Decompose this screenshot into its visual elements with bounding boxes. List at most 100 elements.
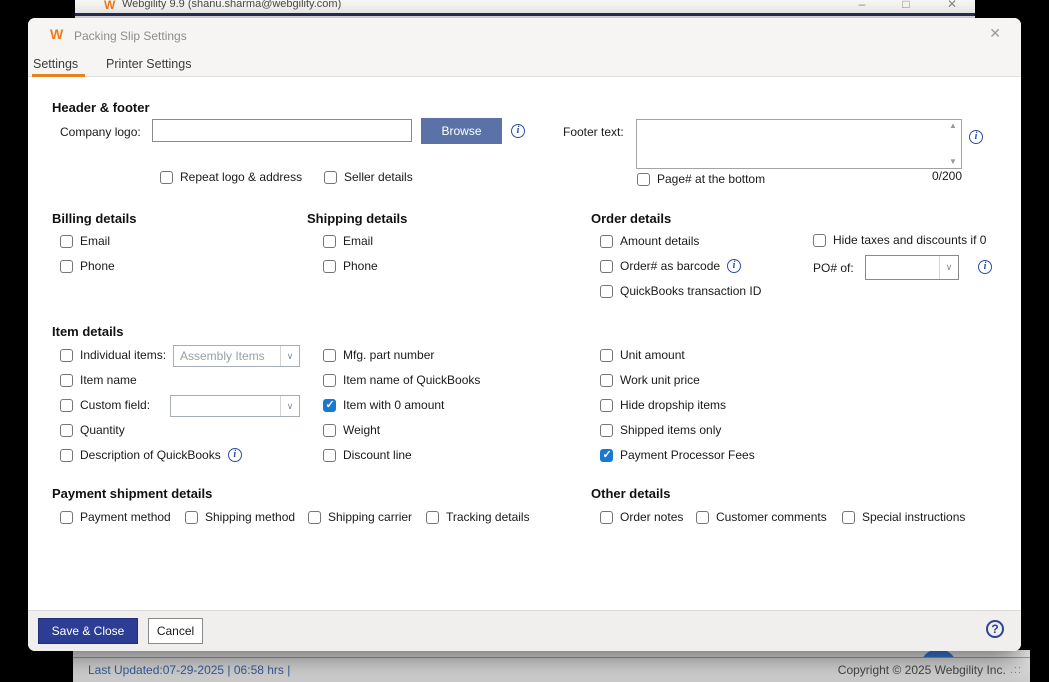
resize-grip-icon[interactable]: .:: <box>1010 664 1022 676</box>
chevron-down-icon[interactable] <box>939 256 958 279</box>
help-icon[interactable]: ? <box>986 620 1004 638</box>
checkbox-box <box>60 349 73 362</box>
checkbox-tracking-details[interactable]: Tracking details <box>426 510 530 524</box>
checkbox-quantity[interactable]: Quantity <box>60 423 125 437</box>
dialog-footer: Save & Close Cancel ? <box>28 610 1021 651</box>
checkbox-box <box>600 260 613 273</box>
chevron-down-icon[interactable] <box>280 396 299 416</box>
checkbox-shipping-carrier[interactable]: Shipping carrier <box>308 510 412 524</box>
maximize-icon[interactable]: □ <box>899 0 913 11</box>
custom-field-dropdown[interactable] <box>170 395 300 417</box>
checkbox-mfg-part-number[interactable]: Mfg. part number <box>323 348 434 362</box>
checkbox-seller-details[interactable]: Seller details <box>324 170 413 184</box>
checkbox-label: Hide taxes and discounts if 0 <box>833 233 986 247</box>
company-logo-input[interactable] <box>152 119 412 142</box>
checkbox-special-instructions[interactable]: Special instructions <box>842 510 965 524</box>
checkbox-item-name-quickbooks[interactable]: Item name of QuickBooks <box>323 373 480 387</box>
section-shipping: Shipping details <box>307 211 407 226</box>
checkbox-weight[interactable]: Weight <box>323 423 380 437</box>
description-info-icon[interactable] <box>228 448 242 462</box>
checkbox-payment-method[interactable]: Payment method <box>60 510 171 524</box>
checkbox-unit-amount[interactable]: Unit amount <box>600 348 685 362</box>
checkbox-customer-comments[interactable]: Customer comments <box>696 510 827 524</box>
checkbox-shipping-email[interactable]: Email <box>323 234 373 248</box>
checkbox-box <box>323 349 336 362</box>
checkbox-order-notes[interactable]: Order notes <box>600 510 683 524</box>
textarea-scrollbar[interactable]: ▲ ▼ <box>945 120 961 168</box>
checkbox-hide-taxes-discounts[interactable]: Hide taxes and discounts if 0 <box>813 233 986 247</box>
checkbox-label: Hide dropship items <box>620 398 726 412</box>
checkbox-shipping-phone[interactable]: Phone <box>323 259 378 273</box>
checkbox-description-quickbooks[interactable]: Description of QuickBooks <box>60 448 242 462</box>
checkbox-box <box>60 235 73 248</box>
checkbox-box <box>426 511 439 524</box>
checkbox-order-barcode[interactable]: Order# as barcode <box>600 259 741 273</box>
po-label: PO# of: <box>813 261 854 275</box>
minimize-icon[interactable]: – <box>855 0 869 11</box>
close-icon[interactable]: ✕ <box>945 0 959 11</box>
checkbox-custom-field[interactable]: Custom field: <box>60 398 150 412</box>
chevron-down-icon[interactable] <box>280 346 299 366</box>
cancel-button[interactable]: Cancel <box>148 618 203 644</box>
individual-items-value: Assembly Items <box>174 347 280 365</box>
checkbox-label: Payment Processor Fees <box>620 448 755 462</box>
checkbox-label: Work unit price <box>620 373 700 387</box>
scroll-up-icon[interactable]: ▲ <box>949 122 957 130</box>
checkbox-discount-line[interactable]: Discount line <box>323 448 412 462</box>
checkbox-box <box>60 399 73 412</box>
checkbox-individual-items[interactable]: Individual items: <box>60 348 166 362</box>
checkbox-billing-email[interactable]: Email <box>60 234 110 248</box>
checkbox-repeat-logo-address[interactable]: Repeat logo & address <box>160 170 302 184</box>
checkbox-item-name[interactable]: Item name <box>60 373 137 387</box>
checkbox-label: Unit amount <box>620 348 685 362</box>
section-billing: Billing details <box>52 211 137 226</box>
checkbox-box <box>185 511 198 524</box>
checkbox-item-with-0-amount[interactable]: Item with 0 amount <box>323 398 444 412</box>
section-item: Item details <box>52 324 124 339</box>
checkbox-hide-dropship-items[interactable]: Hide dropship items <box>600 398 726 412</box>
checkbox-label: Payment method <box>80 510 171 524</box>
company-logo-info-icon[interactable] <box>511 124 525 138</box>
checkbox-box <box>600 285 613 298</box>
browse-button[interactable]: Browse <box>421 118 502 144</box>
checkbox-label: Individual items: <box>80 348 166 362</box>
checkbox-label: Custom field: <box>80 398 150 412</box>
app-statusbar: Last Updated:07-29-2025 | 06:58 hrs | Co… <box>73 657 1030 682</box>
checkbox-billing-phone[interactable]: Phone <box>60 259 115 273</box>
checkbox-label: Discount line <box>343 448 412 462</box>
checkbox-box-checked <box>323 399 336 412</box>
checkbox-label: QuickBooks transaction ID <box>620 284 761 298</box>
footer-text-input[interactable] <box>637 120 945 168</box>
checkbox-box-checked <box>600 449 613 462</box>
section-header-footer: Header & footer <box>52 100 150 115</box>
checkbox-box <box>600 235 613 248</box>
po-info-icon[interactable] <box>978 260 992 274</box>
checkbox-page-number-bottom[interactable]: Page# at the bottom <box>637 172 765 186</box>
checkbox-box <box>323 374 336 387</box>
checkbox-label: Shipping carrier <box>328 510 412 524</box>
po-dropdown[interactable] <box>865 255 959 280</box>
save-close-button[interactable]: Save & Close <box>38 618 138 644</box>
order-barcode-info-icon[interactable] <box>727 259 741 273</box>
checkbox-payment-processor-fees[interactable]: Payment Processor Fees <box>600 448 755 462</box>
footer-text-area[interactable]: ▲ ▼ <box>636 119 962 169</box>
checkbox-box <box>842 511 855 524</box>
app-titlebar: W Webgility 9.9 (shanu.sharma@webgility.… <box>75 0 975 13</box>
checkbox-box <box>813 234 826 247</box>
checkbox-label: Item name of QuickBooks <box>343 373 480 387</box>
webgility-logo-icon: W <box>104 0 115 12</box>
checkbox-label: Order notes <box>620 510 683 524</box>
scroll-down-icon[interactable]: ▼ <box>949 158 957 166</box>
checkbox-box <box>323 424 336 437</box>
checkbox-work-unit-price[interactable]: Work unit price <box>600 373 700 387</box>
checkbox-amount-details[interactable]: Amount details <box>600 234 699 248</box>
footer-text-info-icon[interactable] <box>969 130 983 144</box>
checkbox-shipping-method[interactable]: Shipping method <box>185 510 295 524</box>
individual-items-dropdown[interactable]: Assembly Items <box>173 345 300 367</box>
checkbox-box <box>323 260 336 273</box>
checkbox-qb-transaction-id[interactable]: QuickBooks transaction ID <box>600 284 761 298</box>
checkbox-box <box>308 511 321 524</box>
checkbox-box <box>696 511 709 524</box>
po-dropdown-value <box>866 266 939 270</box>
checkbox-shipped-items-only[interactable]: Shipped items only <box>600 423 721 437</box>
